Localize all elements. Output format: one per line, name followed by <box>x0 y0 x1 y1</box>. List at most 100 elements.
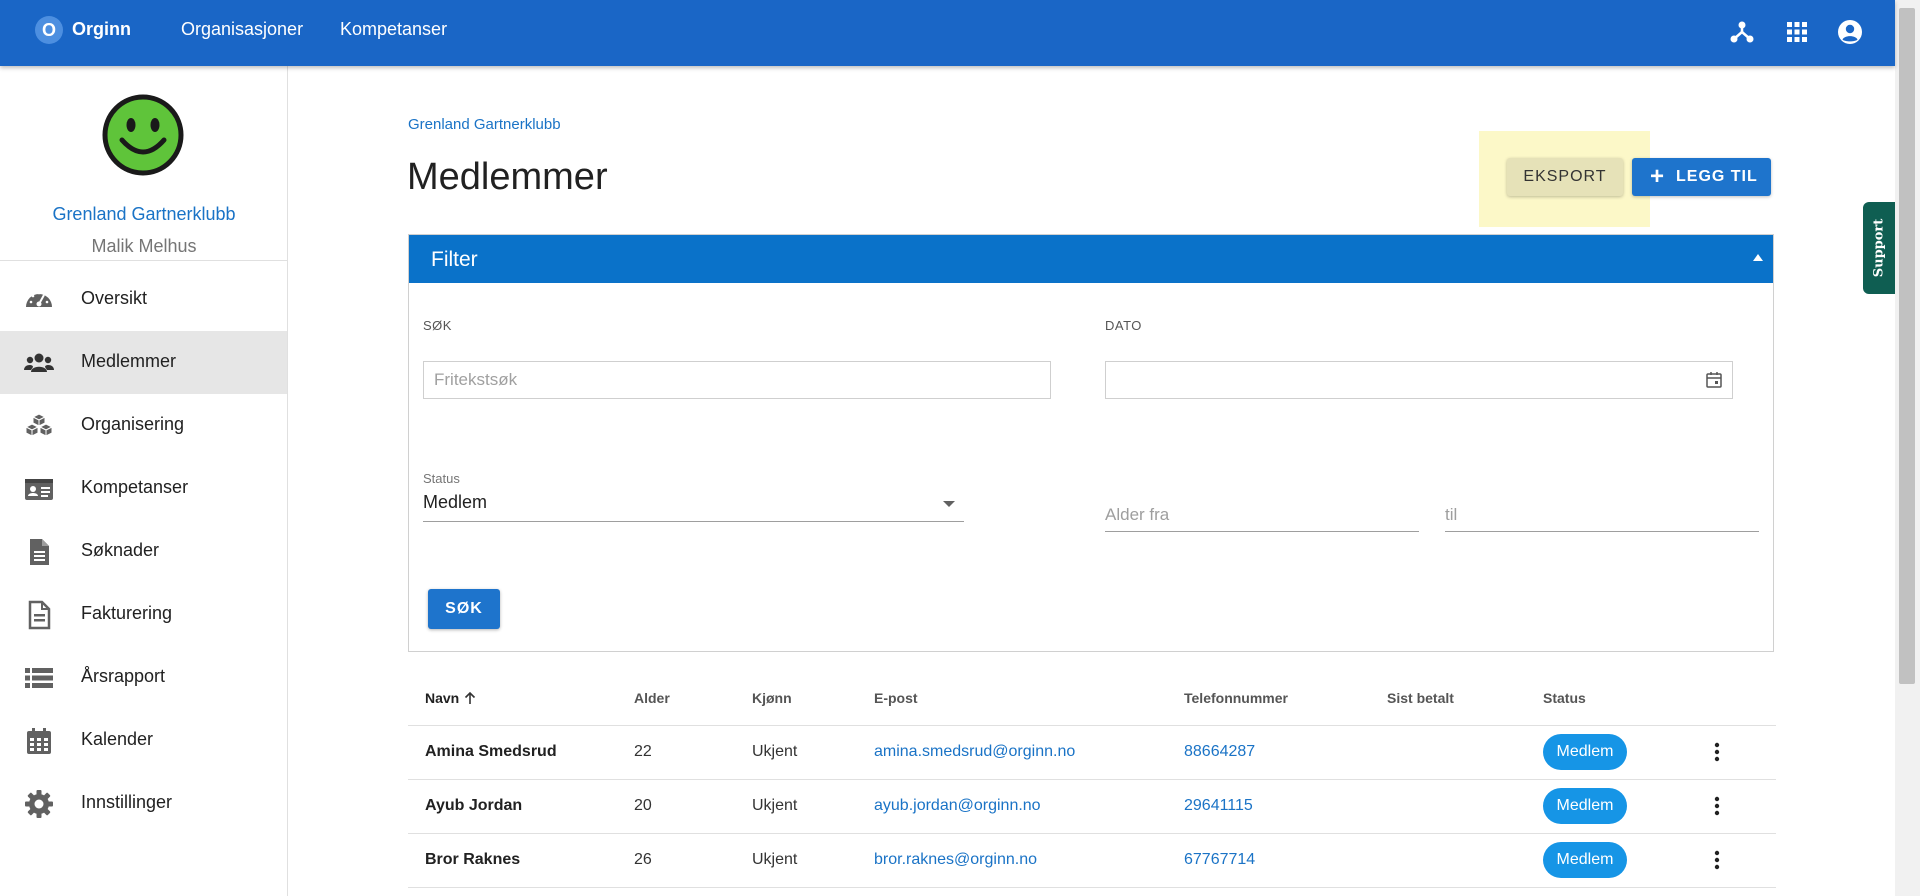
table-cell-age: 22 <box>634 743 652 760</box>
users-group-icon <box>24 353 54 372</box>
sidebar-item-fakturering[interactable]: Fakturering <box>0 583 287 646</box>
column-header-alder[interactable]: Alder <box>634 690 670 706</box>
column-header-telefonnummer[interactable]: Telefonnummer <box>1184 690 1288 706</box>
column-header-epost[interactable]: E-post <box>874 690 918 706</box>
age-from-input[interactable] <box>1105 505 1419 532</box>
sidebar: Grenland Gartnerklubb Malik Melhus Overs… <box>0 66 288 896</box>
more-vert-icon[interactable] <box>1707 740 1727 764</box>
more-vert-icon[interactable] <box>1707 848 1727 872</box>
sidebar-org-name[interactable]: Grenland Gartnerklubb <box>0 204 288 225</box>
status-badge[interactable]: Medlem <box>1543 788 1627 824</box>
sidebar-user-name: Malik Melhus <box>91 236 197 256</box>
column-header-kjonn[interactable]: Kjønn <box>752 690 792 706</box>
nav-kompetanser[interactable]: Kompetanser <box>340 19 447 40</box>
status-badge[interactable]: Medlem <box>1543 842 1627 878</box>
gear-icon <box>25 790 53 818</box>
sidebar-item-kompetanser[interactable]: Kompetanser <box>0 457 287 520</box>
collapse-caret-icon[interactable] <box>1753 254 1763 261</box>
table-divider <box>408 887 1776 888</box>
table-divider <box>408 833 1776 834</box>
add-member-button[interactable]: + LEGG TIL <box>1632 158 1771 196</box>
sidebar-item-label: Organisering <box>81 414 185 434</box>
table-cell-name: Ayub Jordan <box>425 797 523 814</box>
sidebar-item-label: Kompetanser <box>81 477 189 497</box>
sidebar-divider <box>0 260 288 261</box>
support-tab[interactable]: Support <box>1863 202 1895 294</box>
sidebar-item-organisering[interactable]: Organisering <box>0 394 287 457</box>
sidebar-item-label: Søknader <box>81 540 160 560</box>
list-icon <box>25 668 53 688</box>
sidebar-item-soknader[interactable]: Søknader <box>0 520 287 583</box>
sidebar-item-label: Kalender <box>81 729 154 749</box>
apps-grid-icon[interactable] <box>1782 17 1812 47</box>
smiley-avatar-icon <box>102 94 184 176</box>
date-label: DATO <box>1105 318 1142 333</box>
nav-organisasjoner[interactable]: Organisasjoner <box>181 19 303 40</box>
invoice-icon <box>28 600 51 630</box>
filter-header[interactable]: Filter <box>409 235 1773 283</box>
search-label: SØK <box>423 318 452 333</box>
status-select[interactable]: Medlem <box>423 492 487 513</box>
table-cell-name: Amina Smedsrud <box>425 743 557 760</box>
document-icon <box>30 539 49 565</box>
table-cell-phone[interactable]: 67767714 <box>1184 851 1255 869</box>
table-divider <box>408 725 1776 726</box>
search-button[interactable]: SØK <box>428 589 500 629</box>
age-to-input[interactable] <box>1445 505 1759 532</box>
search-input[interactable] <box>423 361 1051 399</box>
column-header-navn[interactable]: Navn <box>425 690 477 706</box>
breadcrumb[interactable]: Grenland Gartnerklubb <box>408 116 561 133</box>
table-cell-gender: Ukjent <box>752 797 798 814</box>
status-label: Status <box>423 471 460 486</box>
sidebar-item-innstillinger[interactable]: Innstillinger <box>0 772 287 835</box>
column-header-label: Navn <box>425 690 460 706</box>
add-member-label: LEGG TIL <box>1676 168 1758 185</box>
sort-arrow-up-icon <box>465 691 476 704</box>
table-cell-name: Bror Raknes <box>425 851 521 868</box>
sidebar-item-arsrapport[interactable]: Årsrapport <box>0 646 287 709</box>
table-cell-gender: Ukjent <box>752 851 798 868</box>
account-circle-icon[interactable] <box>1835 17 1865 47</box>
table-divider <box>408 779 1776 780</box>
page-title: Medlemmer <box>407 156 608 198</box>
date-input[interactable] <box>1105 361 1733 399</box>
sidebar-item-label: Medlemmer <box>81 351 177 371</box>
plus-icon: + <box>1650 163 1666 190</box>
status-badge[interactable]: Medlem <box>1543 734 1627 770</box>
export-button[interactable]: EKSPORT <box>1507 158 1623 196</box>
table-cell-email[interactable]: amina.smedsrud@orginn.no <box>874 743 1075 761</box>
sidebar-item-kalender[interactable]: Kalender <box>0 709 287 772</box>
scrollbar-thumb[interactable] <box>1899 8 1915 684</box>
table-cell-age: 26 <box>634 851 652 868</box>
hierarchy-icon[interactable] <box>1727 17 1757 47</box>
column-header-sist-betalt[interactable]: Sist betalt <box>1387 690 1454 706</box>
table-cell-email[interactable]: ayub.jordan@orginn.no <box>874 797 1041 815</box>
orginn-logo-icon[interactable]: O <box>35 16 63 44</box>
table-cell-email[interactable]: bror.raknes@orginn.no <box>874 851 1037 869</box>
status-underline <box>423 521 964 522</box>
table-cell-age: 20 <box>634 797 652 814</box>
sidebar-item-label: Oversikt <box>81 288 148 308</box>
chevron-down-icon[interactable] <box>943 501 955 507</box>
filter-panel: Filter SØK DATO Status Medlem SØK <box>408 234 1774 652</box>
sidebar-item-medlemmer[interactable]: Medlemmer <box>0 331 287 394</box>
id-card-icon <box>25 479 53 500</box>
support-label: Support <box>1871 218 1887 278</box>
brand-name[interactable]: Orginn <box>72 19 131 40</box>
cubes-icon <box>24 413 54 437</box>
sidebar-item-label: Fakturering <box>81 603 173 623</box>
more-vert-icon[interactable] <box>1707 794 1727 818</box>
calendar-icon <box>27 728 51 754</box>
sidebar-item-oversikt[interactable]: Oversikt <box>0 268 287 331</box>
table-cell-phone[interactable]: 88664287 <box>1184 743 1255 761</box>
calendar-picker-icon[interactable] <box>1705 371 1723 389</box>
dashboard-gauge-icon <box>26 291 52 307</box>
filter-title: Filter <box>431 248 478 271</box>
column-header-status[interactable]: Status <box>1543 690 1586 706</box>
sidebar-item-label: Innstillinger <box>81 792 173 812</box>
table-cell-gender: Ukjent <box>752 743 798 760</box>
table-cell-phone[interactable]: 29641115 <box>1184 797 1253 815</box>
page-scrollbar[interactable] <box>1895 0 1920 896</box>
sidebar-item-label: Årsrapport <box>81 666 166 686</box>
top-app-bar: O Orginn Organisasjoner Kompetanser <box>0 0 1895 66</box>
